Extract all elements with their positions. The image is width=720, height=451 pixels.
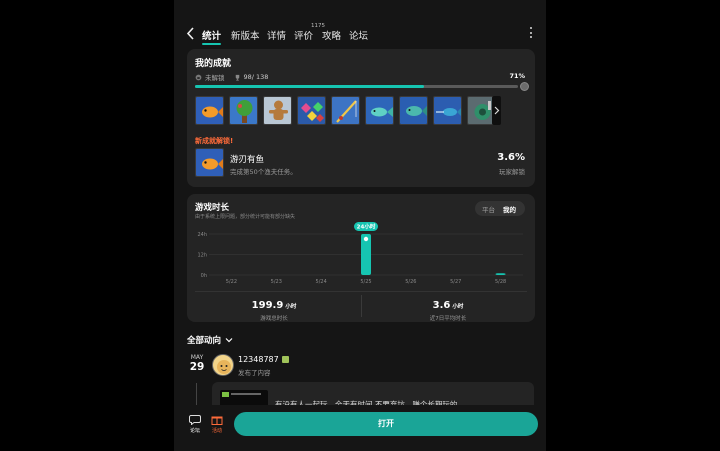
- y-tick-label: 24h: [197, 232, 207, 238]
- forum-button[interactable]: 论坛: [186, 414, 204, 434]
- playtime-chart-svg: 24h 12h 0h 5/22 5/23 5/24 24小时 5/25 5/26 5/27 5/28: [197, 222, 523, 285]
- feed-filter[interactable]: 全部动向: [187, 334, 233, 346]
- new-achievement-badge[interactable]: [195, 148, 224, 177]
- avg-playtime-unit: 小时: [452, 304, 464, 310]
- new-achievement-percent: 3.6%: [497, 152, 525, 163]
- x-tick-label: 5/25: [360, 279, 371, 285]
- tab-details[interactable]: 详情: [267, 28, 286, 42]
- achievement-badge-gingerbread[interactable]: [263, 96, 292, 125]
- feed-user[interactable]: 12348787: [238, 355, 289, 364]
- x-tick-label: 5/23: [271, 279, 282, 285]
- achievements-title: 我的成就: [195, 59, 232, 69]
- tab-reviews[interactable]: 评价: [294, 28, 313, 42]
- user-level-icon: [281, 356, 289, 363]
- new-achievement-name: 游刃有鱼: [230, 155, 265, 165]
- trophy-icon: [235, 74, 239, 81]
- back-arrow-icon[interactable]: [186, 27, 195, 40]
- x-tick-label: 5/24: [316, 279, 327, 285]
- forum-label: 论坛: [189, 428, 200, 434]
- total-playtime-value: 199.9: [251, 300, 284, 311]
- feed-username: 12348787: [238, 355, 279, 364]
- total-playtime-stat: 199.9 小时 游戏总时长: [187, 293, 361, 322]
- tab-new-version[interactable]: 新版本: [231, 28, 260, 42]
- bar-marker: [363, 236, 369, 242]
- x-tick-label: 5/22: [226, 279, 237, 285]
- feed-date: MAY 29: [187, 354, 207, 373]
- chevron-down-icon: [225, 338, 233, 343]
- more-options-icon[interactable]: [530, 27, 533, 39]
- tab-guides[interactable]: 攻略: [322, 28, 341, 42]
- badges-next-button[interactable]: [492, 96, 501, 125]
- feed-title: 全部动向: [187, 336, 222, 346]
- bottom-bar: 论坛 活动 打开: [174, 405, 546, 451]
- achievements-meta: 未解锁 98/ 138: [195, 72, 268, 82]
- playtime-card: 游戏时长 由于系统上限问题，部分统计可能有部分缺失 平台 我的 24h 12h 0h…: [187, 194, 535, 322]
- achievement-percent: 71%: [509, 72, 525, 80]
- new-achievement-desc: 完成第50个渔夫任务。: [230, 168, 297, 176]
- achievement-badge-fishing-rod[interactable]: [331, 96, 360, 125]
- achievement-count: 98/ 138: [243, 73, 269, 81]
- achievement-progress-fill: [195, 85, 425, 88]
- segment-mine[interactable]: 我的: [503, 204, 516, 214]
- achievement-badge-blue-fish[interactable]: [365, 96, 394, 125]
- segment-platform[interactable]: 平台: [482, 204, 495, 214]
- x-tick-label: 5/27: [450, 279, 461, 285]
- new-achievement-percent-label: 玩家解锁: [499, 168, 525, 176]
- bar-value-label: 24小时: [357, 223, 376, 231]
- achievement-progress-bar: [195, 85, 518, 88]
- achievement-badge-goldfish[interactable]: [195, 96, 224, 125]
- x-tick-label: 5/28: [495, 279, 506, 285]
- gift-label: 活动: [211, 428, 222, 434]
- gift-button[interactable]: 活动: [208, 414, 226, 434]
- locked-icon: [195, 74, 202, 80]
- x-tick-label: 5/26: [405, 279, 416, 285]
- y-tick-label: 0h: [201, 273, 207, 279]
- total-playtime-unit: 小时: [285, 304, 297, 310]
- locked-label: 未解锁: [205, 74, 225, 82]
- feed-day: 29: [189, 361, 205, 373]
- total-playtime-label: 游戏总时长: [260, 316, 288, 322]
- avatar[interactable]: [212, 354, 234, 376]
- achievement-badge-swordfish[interactable]: [433, 96, 462, 125]
- achievements-card[interactable]: 我的成就 未解锁 98/ 138 71% 新成就解锁! 游刃有鱼 完成第50个渔…: [187, 49, 535, 187]
- open-button[interactable]: 打开: [234, 412, 538, 436]
- avg-playtime-value: 3.6: [432, 300, 451, 311]
- app-screen: 统计 新版本 详情 评价 1175 攻略 论坛 我的成就 未解锁 98/ 138…: [174, 0, 546, 451]
- achievement-badge-gems[interactable]: [297, 96, 326, 125]
- top-nav: 统计 新版本 详情 评价 1175 攻略 论坛: [174, 23, 546, 45]
- feed-action: 发布了内容: [238, 369, 271, 377]
- tab-stats[interactable]: 统计: [202, 28, 222, 45]
- chat-bubble-icon: [189, 415, 201, 425]
- progress-end-icon: [520, 82, 529, 91]
- gift-icon: [211, 416, 223, 425]
- tab-forum[interactable]: 论坛: [349, 28, 368, 42]
- achievement-badge-tree[interactable]: [229, 96, 258, 125]
- achievement-badge-teal-fish[interactable]: [399, 96, 428, 125]
- divider: [195, 291, 527, 292]
- playtime-segment-control: 平台 我的: [475, 201, 525, 216]
- avg-playtime-label: 近7日平均时长: [429, 316, 467, 322]
- avg-playtime-stat: 3.6 小时 近7日平均时长: [361, 293, 535, 322]
- feed-month: MAY: [190, 354, 204, 361]
- new-achievement-label: 新成就解锁!: [195, 137, 234, 145]
- playtime-chart: 24h 12h 0h 5/22 5/23 5/24 24小时 5/25 5/26 5/27 5/28: [187, 218, 535, 288]
- bar: [495, 273, 506, 275]
- playtime-title: 游戏时长: [195, 203, 230, 213]
- chevron-right-icon: [494, 106, 500, 115]
- y-tick-label: 12h: [197, 253, 207, 259]
